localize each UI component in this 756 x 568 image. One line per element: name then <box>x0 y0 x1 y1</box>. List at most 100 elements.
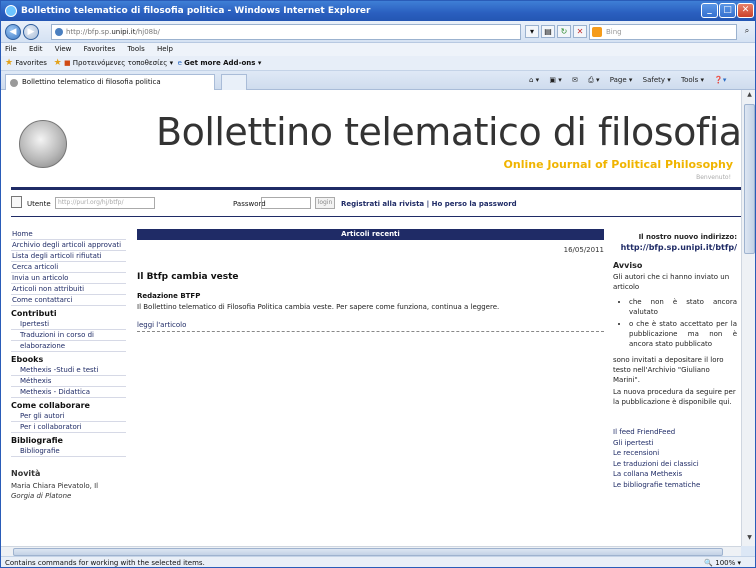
star-icon: ★ <box>5 58 14 68</box>
new-tab-button[interactable] <box>221 74 247 90</box>
password-input[interactable] <box>261 197 311 209</box>
article-title[interactable]: Il Btfp cambia veste <box>137 272 604 282</box>
favorites-bar: ★ Favorites ★ ■ Προτεινόμενες τοποθεσίες… <box>1 56 755 71</box>
sidebar-section-title: Contributi <box>11 309 57 318</box>
link-recensioni[interactable]: Le recensioni <box>613 448 737 459</box>
suggested-sites-icon: ■ <box>63 59 71 67</box>
vertical-scrollbar[interactable]: ▲ ▼ <box>741 90 755 546</box>
header-rule <box>11 187 741 190</box>
sidebar-item[interactable]: Methexis -Studi e testi <box>11 365 126 376</box>
novita-author: Maria Chiara Pievatolo, Il <box>11 482 99 490</box>
refresh-icon[interactable]: ↻ <box>557 25 571 38</box>
maximize-button[interactable]: □ <box>719 3 736 18</box>
novita-entry[interactable]: Maria Chiara Pievatolo, Il Gorgia di Plat… <box>11 481 126 501</box>
url-prefix: http://bfp.sp. <box>66 28 112 36</box>
sidebar-item[interactable]: Ipertesti <box>11 319 126 330</box>
sidebar-item[interactable]: Methexis - Didattica <box>11 387 126 398</box>
notice-title: Avviso <box>613 261 643 270</box>
notice-bullet: che non è stato ancora valutato <box>629 297 737 317</box>
sidebar-item[interactable]: Per gli autori <box>11 411 126 422</box>
search-input[interactable]: Bing <box>589 24 737 40</box>
recent-articles-header: Articoli recenti <box>137 229 604 240</box>
link-friendfeed[interactable]: Il feed FriendFeed <box>613 427 737 438</box>
horizontal-scrollbar[interactable] <box>1 546 741 556</box>
sidebar-item[interactable]: Bibliografie <box>11 446 126 457</box>
dropdown-icon[interactable]: ▾ <box>525 25 539 38</box>
zoom-control[interactable]: 🔍 100% ▾ <box>704 557 741 567</box>
stop-icon[interactable]: ✕ <box>573 25 587 38</box>
scroll-up-icon[interactable]: ▲ <box>744 91 755 102</box>
site-subtitle: Online Journal of Political Philosophy <box>503 158 733 171</box>
sidebar-item[interactable]: Invia un articolo <box>11 273 126 284</box>
safety-menu[interactable]: Safety ▾ <box>643 76 671 84</box>
link-methexis[interactable]: La collana Methexis <box>613 469 737 480</box>
novita-work: Gorgia di Platone <box>11 492 72 500</box>
sidebar-item[interactable]: Articoli non attribuiti <box>11 284 126 295</box>
hscroll-thumb[interactable] <box>13 548 723 556</box>
article-author: Redazione BTFP <box>137 292 201 300</box>
sidebar-item[interactable]: Traduzioni in corso di <box>11 330 126 341</box>
add-favorite-icon[interactable]: ★ <box>54 58 62 68</box>
address-input[interactable]: http://bfp.sp.unipi.it/hj08b/ <box>51 24 521 40</box>
close-button[interactable]: ✕ <box>737 3 754 18</box>
link-traduzioni[interactable]: Le traduzioni dei classici <box>613 459 737 470</box>
sidebar-item[interactable]: Lista degli articoli rifiutati <box>11 251 126 262</box>
login-row: Utente http://purl.org/hj/btfp/ Password… <box>11 194 741 218</box>
sidebar-item[interactable]: Archivio degli articoli approvati <box>11 240 126 251</box>
bing-icon <box>592 27 602 37</box>
link-ipertesti[interactable]: Gli ipertesti <box>613 438 737 449</box>
notice-procedure: La nuova procedura da seguire per la pub… <box>613 388 736 406</box>
sidebar-item[interactable]: Per i collaboratori <box>11 422 126 433</box>
url-suffix: /hj08b/ <box>135 28 160 36</box>
menu-file[interactable]: File <box>5 45 17 53</box>
back-arrow-icon[interactable]: ◀ <box>5 24 21 40</box>
mail-icon[interactable]: ✉ <box>572 76 578 84</box>
tab-label: Bollettino telematico di filosofia polit… <box>22 78 161 86</box>
search-placeholder: Bing <box>606 28 622 36</box>
zoom-level: 100% ▾ <box>715 559 741 567</box>
user-icon <box>11 196 22 208</box>
scroll-thumb[interactable] <box>744 104 755 254</box>
sidebar-item[interactable]: Cerca articoli <box>11 262 126 273</box>
menu-edit[interactable]: Edit <box>29 45 43 53</box>
minimize-button[interactable]: _ <box>701 3 718 18</box>
home-icon[interactable]: ⌂ ▾ <box>529 76 539 84</box>
search-icon[interactable]: ⌕ <box>740 25 754 38</box>
compatibility-icon[interactable]: ▤ <box>541 25 555 38</box>
suggested-sites-button[interactable]: Προτεινόμενες τοποθεσίες ▾ <box>73 59 173 67</box>
forward-arrow-icon[interactable]: ▶ <box>23 24 39 40</box>
page-menu[interactable]: Page ▾ <box>610 76 633 84</box>
tab-favicon <box>10 79 18 87</box>
help-icon[interactable]: ❓▾ <box>714 76 726 84</box>
login-button[interactable]: login <box>315 197 335 209</box>
menu-view[interactable]: View <box>55 45 72 53</box>
new-address-label: Il nostro nuovo indirizzo: <box>638 233 737 241</box>
menu-help[interactable]: Help <box>157 45 173 53</box>
sidebar-item[interactable]: elaborazione <box>11 341 126 352</box>
status-bar: Contains commands for working with the s… <box>1 556 755 567</box>
user-input[interactable]: http://purl.org/hj/btfp/ <box>55 197 155 209</box>
read-more-link[interactable]: leggi l'articolo <box>137 321 604 329</box>
lost-password-link[interactable]: Ho perso la password <box>432 200 517 208</box>
sidebar-item[interactable]: Home <box>11 229 126 240</box>
register-link[interactable]: Registrati alla rivista <box>341 200 424 208</box>
favorites-button[interactable]: Favorites <box>15 59 47 67</box>
menu-favorites[interactable]: Favorites <box>84 45 116 53</box>
novita-title: Novità <box>11 469 41 478</box>
print-icon[interactable]: ⎙ ▾ <box>588 76 599 84</box>
new-address-link[interactable]: http://bfp.sp.unipi.it/btfp/ <box>613 242 737 253</box>
menu-tools[interactable]: Tools <box>127 45 144 53</box>
tools-menu[interactable]: Tools ▾ <box>681 76 704 84</box>
ie-small-icon: e <box>177 59 182 67</box>
feeds-icon[interactable]: ▣ ▾ <box>549 76 561 84</box>
ie-logo-icon <box>5 5 17 17</box>
tab-active[interactable]: Bollettino telematico di filosofia polit… <box>5 74 215 90</box>
link-bibliografie[interactable]: Le bibliografie tematiche <box>613 480 737 491</box>
addons-button[interactable]: Get more Add-ons ▾ <box>184 59 261 67</box>
article-date: 16/05/2011 <box>563 246 604 254</box>
sidebar-item[interactable]: Méthexis <box>11 376 126 387</box>
sidebar-item[interactable]: Come contattarci <box>11 295 126 306</box>
scroll-down-icon[interactable]: ▼ <box>744 534 755 545</box>
address-toolbar: ◀ ▶ http://bfp.sp.unipi.it/hj08b/ ▾ ▤ ↻ … <box>1 21 755 43</box>
command-bar: ⌂ ▾ ▣ ▾ ✉ ⎙ ▾ Page ▾ Safety ▾ Tools ▾ ❓▾ <box>521 73 726 88</box>
